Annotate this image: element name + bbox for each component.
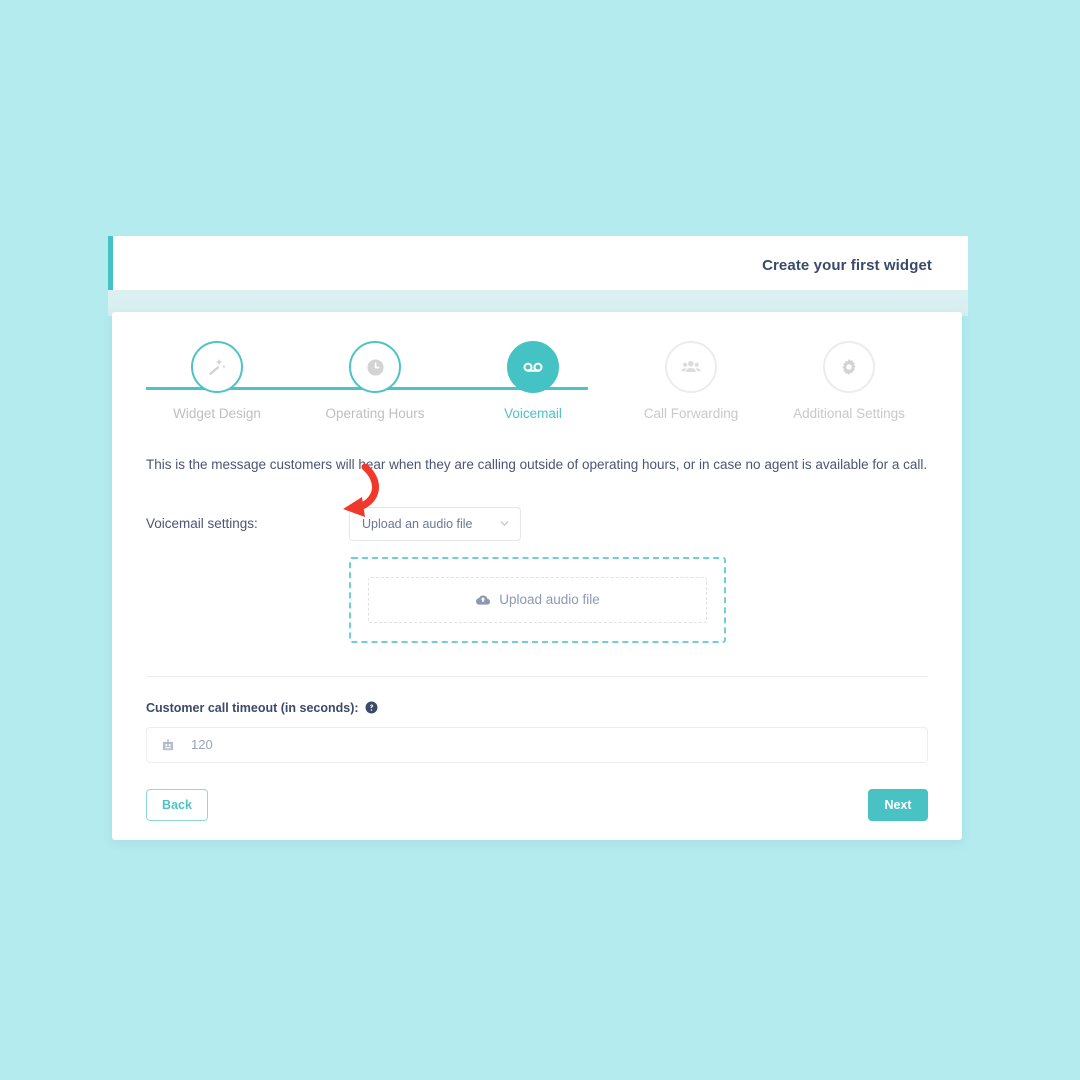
- timeout-label: Customer call timeout (in seconds):: [146, 700, 359, 715]
- page-title: Create your first widget: [762, 256, 932, 274]
- next-button[interactable]: Next: [868, 788, 928, 821]
- audio-upload-area[interactable]: Upload audio file: [349, 556, 726, 643]
- step-widget-design[interactable]: Widget Design: [138, 341, 296, 421]
- wizard-stepper: Widget Design Operating Hours Voicemail …: [146, 341, 928, 447]
- timeout-input[interactable]: 120: [146, 726, 928, 763]
- upload-audio-file-label: Upload audio file: [499, 592, 600, 608]
- page-root: { "colors": { "page_background": "#b3ebe…: [0, 0, 1080, 1080]
- back-button[interactable]: Back: [146, 788, 208, 821]
- magic-wand-icon: [206, 356, 228, 378]
- step-label: Widget Design: [173, 406, 261, 421]
- stepper-steps: Widget Design Operating Hours Voicemail …: [146, 341, 928, 421]
- chevron-down-icon: [498, 517, 511, 530]
- gear-icon: [839, 357, 859, 377]
- step-operating-hours[interactable]: Operating Hours: [296, 341, 454, 421]
- step-label: Voicemail: [504, 406, 562, 421]
- step-circle: [665, 341, 717, 393]
- step-circle: [507, 341, 559, 393]
- step-voicemail[interactable]: Voicemail: [454, 341, 612, 421]
- step-label: Operating Hours: [325, 406, 425, 421]
- section-divider: [146, 675, 928, 677]
- wizard-card: Widget Design Operating Hours Voicemail …: [112, 312, 962, 840]
- step-label: Additional Settings: [793, 406, 905, 421]
- card-content: Widget Design Operating Hours Voicemail …: [146, 312, 928, 821]
- timer-icon: [161, 738, 175, 752]
- cloud-upload-icon: [475, 592, 491, 608]
- step-circle: [823, 341, 875, 393]
- voicemail-select-value: Upload an audio file: [362, 516, 473, 531]
- voicemail-settings-select[interactable]: Upload an audio file: [349, 506, 521, 541]
- help-circle-icon[interactable]: [365, 701, 378, 714]
- step-additional-settings[interactable]: Additional Settings: [770, 341, 928, 421]
- header-card: Create your first widget: [108, 236, 968, 294]
- timeout-value: 120: [191, 737, 213, 753]
- section-description: This is the message customers will hear …: [146, 457, 928, 472]
- voicemail-icon: [521, 355, 545, 379]
- step-label: Call Forwarding: [643, 406, 739, 421]
- voicemail-settings-label: Voicemail settings:: [146, 516, 258, 532]
- clock-icon: [365, 357, 386, 378]
- voicemail-settings-row: Voicemail settings: Upload an audio file: [146, 463, 928, 541]
- people-icon: [680, 356, 702, 378]
- timeout-label-row: Customer call timeout (in seconds):: [146, 701, 928, 715]
- step-call-forwarding[interactable]: Call Forwarding: [612, 341, 770, 421]
- step-circle: [191, 341, 243, 393]
- audio-upload-dropzone[interactable]: Upload audio file: [368, 576, 707, 623]
- wizard-footer: Back Next: [146, 788, 928, 821]
- step-circle: [349, 341, 401, 393]
